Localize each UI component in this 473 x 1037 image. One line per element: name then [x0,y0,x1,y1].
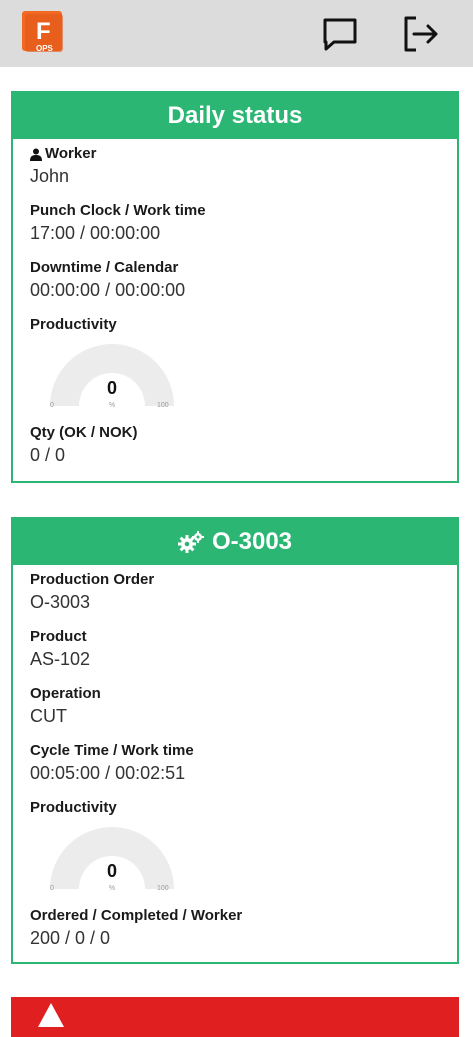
gauge-max: 100 [157,402,169,409]
operation-value: CUT [30,706,67,726]
order-productivity-label: Productivity [30,799,117,816]
daily-status-title: Daily status [167,102,303,129]
app-logo[interactable]: F OPS [22,11,66,55]
daily-status-card: Daily status Worker John Punch Clock / W… [11,91,459,483]
production-order-label: Production Order [30,571,155,588]
punch-clock-label: Punch Clock / Work time [30,202,206,219]
message-icon[interactable] [320,14,360,54]
production-order-value: O-3003 [30,592,91,612]
cycle-time-value: 00:05:00 / 00:02:51 [30,763,186,783]
order-gauge-value: 0 [106,861,117,881]
logo-letter: F [36,18,51,45]
qty-value: 0 / 0 [30,445,66,465]
product-value: AS-102 [30,649,91,669]
qty-label: Qty (OK / NOK) [30,424,138,441]
worker-label: Worker [45,145,97,162]
productivity-gauge: 0 0 % 100 [42,338,182,418]
order-title: O-3003 [211,528,293,555]
top-bar: F OPS [0,0,473,67]
order-header: O-3003 [13,519,457,565]
ordered-value: 200 / 0 / 0 [30,928,111,948]
ordered-label: Ordered / Completed / Worker [30,907,243,924]
order-productivity-gauge: 0 0 % 100 [42,821,182,901]
downtime-label: Downtime / Calendar [30,259,179,276]
order-card: O-3003 Production Order O-3003 Product A… [11,517,459,964]
logo-text: OPS [36,44,54,53]
productivity-label: Productivity [30,316,117,333]
gauge-value: 0 [106,378,117,398]
order-gauge-max: 100 [157,885,169,892]
operation-label: Operation [30,685,101,702]
alert-bar[interactable] [11,997,459,1037]
warning-icon [38,1003,64,1027]
cycle-time-label: Cycle Time / Work time [30,742,194,759]
logout-icon[interactable] [400,14,440,54]
daily-status-header: Daily status [13,93,457,139]
downtime-value: 00:00:00 / 00:00:00 [30,280,186,300]
product-label: Product [30,628,87,645]
punch-clock-value: 17:00 / 00:00:00 [30,223,161,243]
worker-value: John [30,166,70,186]
user-icon [30,148,42,161]
gears-icon [177,531,204,553]
